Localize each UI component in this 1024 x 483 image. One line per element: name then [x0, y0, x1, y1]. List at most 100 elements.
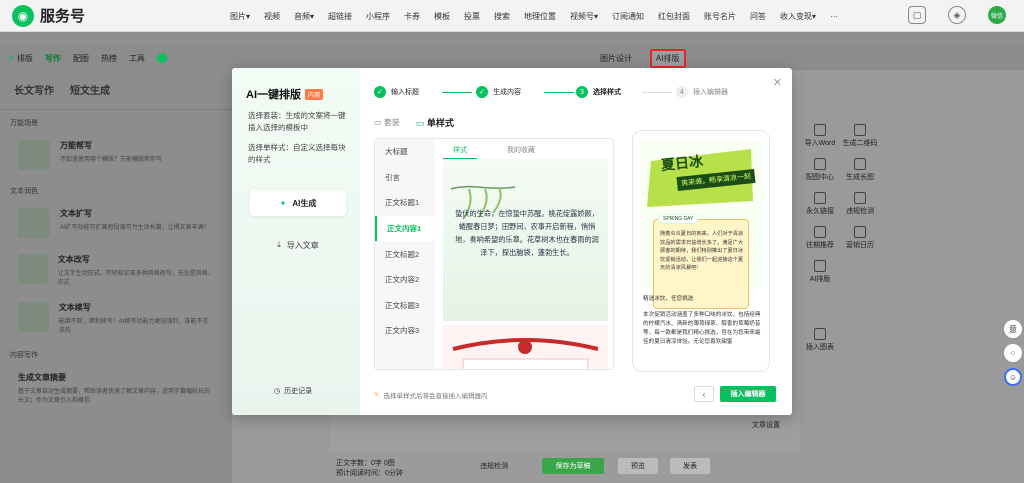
app-logo[interactable]: ◉ 服务号	[12, 4, 192, 27]
menu-item[interactable]: 账号名片	[704, 11, 736, 22]
style-category-item[interactable]: 正文内容2	[375, 267, 435, 293]
menu-item[interactable]: 视频	[264, 11, 280, 22]
tool-violation-check[interactable]: 违规检测	[840, 192, 880, 216]
menu-item[interactable]: 投票	[464, 11, 480, 22]
feedback-button[interactable]: 意	[1004, 320, 1022, 338]
subtab-style[interactable]: 样式	[443, 145, 477, 160]
menu-item[interactable]: 订阅通知	[612, 11, 644, 22]
tool-import-word[interactable]: 导入Word	[800, 124, 840, 148]
mode-write[interactable]: 写作	[45, 53, 61, 64]
item-thumb	[18, 208, 50, 238]
step-1: ✓ 输入标题	[374, 86, 419, 98]
tool-insert-chart[interactable]: 插入图表	[800, 328, 840, 352]
tip-icon: ✎	[374, 392, 380, 399]
list-item[interactable]: 文本扩写 AI扩写功能可扩展短段落可为生动长篇，让得文章丰满！	[0, 200, 232, 246]
mode-tools[interactable]: 工具	[129, 53, 145, 64]
step-3: 3 选择样式	[576, 86, 621, 98]
step-line	[642, 92, 672, 93]
menu-item[interactable]: ···	[830, 12, 838, 21]
insert-menu: 图片▾ 视频 音频▾ 超链接 小程序 卡券 模板 投票 搜索 地理位置 视频号▾ 订阅通知 红包封面 账号…	[230, 0, 838, 32]
status-dot-icon	[156, 53, 167, 63]
tool-marketing-calendar[interactable]: 营销日历	[840, 226, 880, 250]
style-category-list: 大标题 引言 正文标题1 正文内容1 正文标题2 正文内容2 正文标题3 正文内容3	[375, 139, 435, 369]
preview-button[interactable]: 预览	[618, 458, 658, 474]
mode-typeset[interactable]: ✔ 排版	[8, 53, 33, 64]
mode-hot[interactable]: 热榜	[101, 53, 117, 64]
menu-item[interactable]: 卡券	[404, 11, 420, 22]
import-article-button[interactable]: ⤓ 导入文章	[250, 234, 346, 256]
ai-typeset-button[interactable]: AI排版	[650, 48, 686, 68]
poster-image: 夏日冰 爽来袭，畅享清凉一刻 SPRING DAY 随着炎炎夏日的到来，人们对于…	[641, 141, 763, 309]
step-line	[442, 92, 472, 93]
top-bar: ◉ 服务号 图片▾ 视频 音频▾ 超链接 小程序 卡券 模板 投票 搜索 地理位置 视频号▾ 订阅通知…	[0, 0, 1024, 32]
tool-past-recommend[interactable]: 往期推荐	[800, 226, 840, 250]
assistant-icon[interactable]: ☺	[1004, 368, 1022, 386]
menu-item[interactable]: 红包封面	[658, 11, 690, 22]
menu-item[interactable]: 超链接	[328, 11, 352, 22]
item-thumb	[18, 302, 49, 332]
list-item[interactable]: 文本续写 能继不断，顺利续写！AI续写功能力更加强烈，谁能不言说的	[0, 294, 232, 342]
insert-editor-button[interactable]: 插入编辑器	[720, 386, 776, 402]
image-design-button[interactable]: 图片设计	[600, 53, 632, 64]
tab-long-write[interactable]: 长文写作	[14, 82, 54, 97]
tab-single-style[interactable]: ▭ 单样式	[416, 116, 454, 129]
style-category-item[interactable]: 正文标题1	[375, 190, 435, 216]
ai-generate-button[interactable]: ✦ AI生成	[250, 190, 346, 216]
back-button[interactable]: ‹	[694, 386, 714, 402]
festive-banner-icon	[452, 338, 599, 369]
style-category-item[interactable]: 正文标题3	[375, 293, 435, 319]
tool-permalink[interactable]: 永久链接	[800, 192, 840, 216]
menu-item[interactable]: 图片▾	[230, 11, 250, 22]
float-buttons: 意 ⁘ ☺	[1004, 320, 1022, 392]
style-category-item[interactable]: 正文内容1	[375, 215, 435, 242]
tool-long-image[interactable]: 生成长图	[840, 158, 880, 182]
item-desc: 能继不断，顺利续写！AI续写功能力更加强烈，谁能不言说的	[58, 319, 209, 334]
article-settings-link[interactable]: 文章设置	[752, 420, 780, 430]
item-thumb	[18, 140, 50, 170]
menu-item[interactable]: 问答	[750, 11, 766, 22]
publish-button[interactable]: 发表	[670, 458, 710, 474]
editor-footer: 正文字数：0字 0图 预计阅读时间：0分钟 违规检测 保存为草稿 预览 发表	[330, 452, 800, 483]
preview-line-1: 精选冰饮，任您挑选	[643, 296, 694, 302]
tool-image-center[interactable]: 配图中心	[800, 158, 840, 182]
tool-qrcode[interactable]: 生成二维码	[840, 124, 880, 148]
subtab-favorites[interactable]: 我的收藏	[507, 145, 535, 160]
menu-item[interactable]: 视频号▾	[570, 11, 598, 22]
item-title: 文本改写	[57, 255, 90, 264]
tool-ai-typeset[interactable]: AI排版	[800, 260, 840, 284]
list-item[interactable]: 生成文章摘要 基于文章自动生成摘要，帮助读者快速了解文章内容，适用于篇幅较长的长文…	[0, 364, 232, 412]
menu-item[interactable]: 地理位置	[524, 11, 556, 22]
section-label: 万能场景	[10, 120, 38, 127]
left-sidebar: 长文写作 短文生成 万能场景 万能帮写 不知道使用哪个模版？万能模版帮你写 文本润…	[0, 70, 232, 483]
style-preview-card-2[interactable]	[443, 325, 608, 369]
mobile-preview-icon[interactable]: ▢	[908, 6, 926, 24]
menu-item[interactable]: 音频▾	[294, 11, 314, 22]
avatar[interactable]: 微信	[988, 6, 1006, 24]
save-draft-button[interactable]: 保存为草稿	[542, 458, 604, 474]
menu-item[interactable]: 小程序	[366, 11, 390, 22]
shield-icon[interactable]: ◈	[948, 6, 966, 24]
violation-check-button[interactable]: 违规检测	[480, 458, 508, 474]
style-category-item[interactable]: 大标题	[375, 139, 435, 165]
grid-icon[interactable]: ⁘	[1004, 344, 1022, 362]
menu-item[interactable]: 模板	[434, 11, 450, 22]
list-item[interactable]: 万能帮写 不知道使用哪个模版？万能模版帮你写	[0, 132, 232, 178]
style-category-item[interactable]: 正文标题2	[375, 241, 435, 267]
style-category-item[interactable]: 引言	[375, 165, 435, 191]
item-title: 文本扩写	[60, 209, 92, 218]
right-tools: 导入Word 生成二维码 配图中心 生成长图 永久链接 违规检测 往期推荐 营销…	[800, 110, 890, 370]
style-category-item[interactable]: 正文内容3	[375, 318, 435, 344]
item-title: 万能帮写	[60, 141, 92, 150]
menu-item[interactable]: 收入变现▾	[780, 11, 816, 22]
section-label: 文本润色	[10, 188, 38, 195]
close-icon[interactable]: ✕	[773, 76, 782, 89]
tab-set[interactable]: ▭ 套装	[374, 117, 400, 128]
history-button[interactable]: ◷ 历史记录	[274, 386, 312, 396]
insert-tip: ✎ 选择单样式后将会直接插入编辑器内	[374, 392, 488, 400]
preview-text: 蛰伏的生命，在惊蛰中苏醒。桃花绽露娇颜，蜷醒春日梦；田野间，农事开启新程，悄悄地…	[455, 209, 599, 257]
list-item[interactable]: 文本改写 让文字生动形式，可轻松实现多种风格改写，无论是风格、形式	[0, 246, 232, 294]
menu-item[interactable]: 搜索	[494, 11, 510, 22]
mode-image[interactable]: 配图	[73, 53, 89, 64]
style-preview-card[interactable]: 蛰伏的生命，在惊蛰中苏醒。桃花绽露娇颜，蜷醒春日梦；田野间，农事开启新程，悄悄地…	[443, 159, 608, 321]
tab-short-gen[interactable]: 短文生成	[70, 82, 110, 97]
